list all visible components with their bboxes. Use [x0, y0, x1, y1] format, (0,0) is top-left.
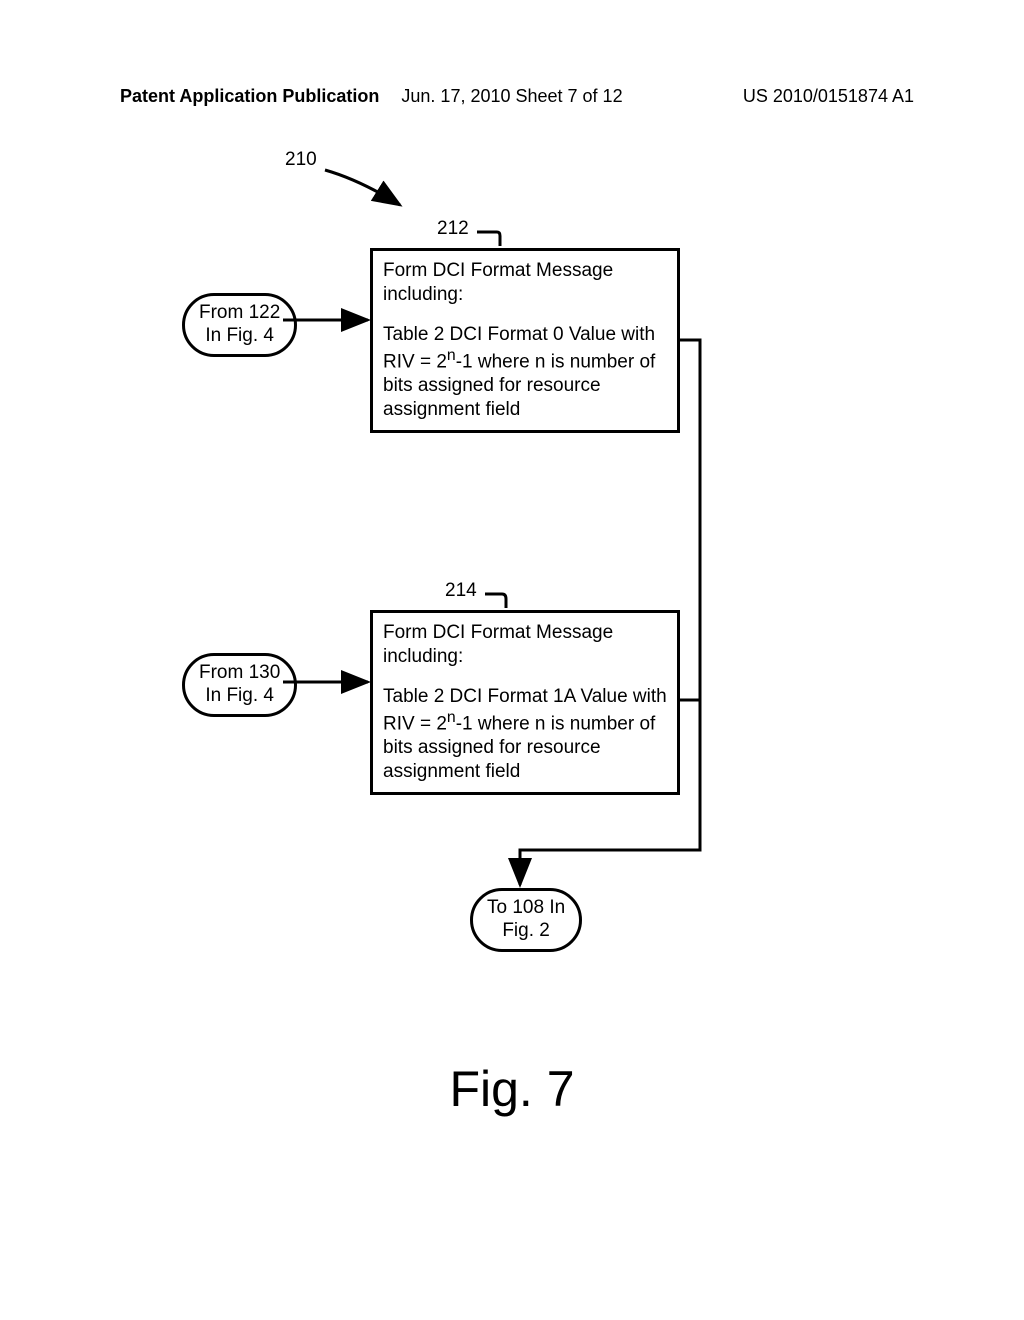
leader-212 — [477, 232, 500, 246]
header-center: Jun. 17, 2010 Sheet 7 of 12 — [401, 86, 622, 107]
figure-caption: Fig. 7 — [449, 1060, 574, 1118]
label-214: 214 — [445, 581, 477, 602]
terminal-to-108: To 108 In Fig. 2 — [470, 888, 582, 952]
terminal-line2: In Fig. 4 — [199, 685, 280, 708]
terminal-line2: In Fig. 4 — [199, 325, 280, 348]
box-214-title: Form DCI Format Message including: — [383, 621, 667, 669]
leader-210 — [325, 170, 400, 205]
box-212-title: Form DCI Format Message including: — [383, 259, 667, 307]
label-210: 210 — [285, 150, 317, 171]
page-header: Patent Application Publication Jun. 17, … — [0, 86, 1024, 107]
header-right: US 2010/0151874 A1 — [743, 86, 914, 107]
leader-214 — [485, 594, 506, 608]
box-212-body: Table 2 DCI Format 0 Value with RIV = 2n… — [383, 323, 667, 422]
terminal-from-122: From 122 In Fig. 4 — [182, 293, 297, 357]
label-212: 212 — [437, 219, 469, 240]
terminal-line1: To 108 In — [487, 897, 565, 920]
box-214-body: Table 2 DCI Format 1A Value with RIV = 2… — [383, 685, 667, 784]
conn-212-down — [680, 340, 700, 700]
box-214: Form DCI Format Message including: Table… — [370, 610, 680, 795]
header-left: Patent Application Publication — [120, 86, 379, 107]
box-212: Form DCI Format Message including: Table… — [370, 248, 680, 433]
terminal-line1: From 122 — [199, 302, 280, 325]
terminal-line2: Fig. 2 — [487, 920, 565, 943]
terminal-from-130: From 130 In Fig. 4 — [182, 653, 297, 717]
terminal-line1: From 130 — [199, 662, 280, 685]
